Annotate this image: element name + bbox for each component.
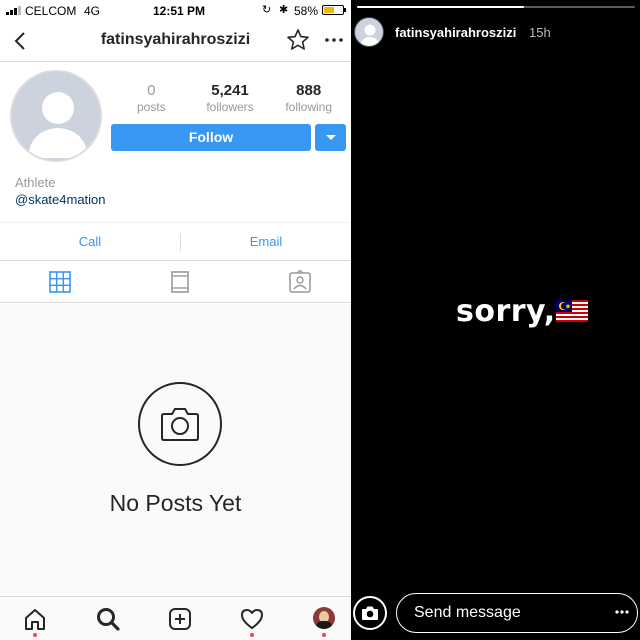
more-icon[interactable] [615,602,629,622]
rotation-lock-icon: ↻ [262,4,272,16]
stat-label: followers [206,100,254,114]
profile-view-tabs [0,261,351,303]
profile-avatar[interactable] [313,607,335,629]
send-message-placeholder: Send message [414,604,521,621]
notification-dot [322,633,326,637]
followers-count[interactable]: 5,241 followers [191,82,270,118]
notification-dot [250,633,254,637]
stat-value: 888 [296,82,322,99]
add-icon[interactable] [167,606,193,632]
stat-value: 5,241 [211,82,249,99]
stat-value: 0 [147,82,156,99]
profile-category: Athlete [15,175,56,190]
status-bar: CELCOM 4G 12:51 PM ↻ ✱ 58% [0,0,351,22]
feed-icon[interactable] [168,270,192,294]
camera-icon [138,382,222,466]
stat-label: following [285,100,333,114]
profile-screen: CELCOM 4G 12:51 PM ↻ ✱ 58% fatinsyahirah… [0,0,351,640]
profile-avatar [10,70,102,162]
home-icon[interactable] [22,606,48,632]
search-icon[interactable] [95,606,121,632]
email-button[interactable]: Email [181,234,351,249]
story-progress-fill [357,6,524,8]
more-icon[interactable] [322,28,346,52]
network-type: 4G [84,4,101,18]
carrier-name: CELCOM [25,4,77,18]
bluetooth-icon: ✱ [279,4,289,16]
story-camera-button[interactable] [353,596,387,630]
grid-icon[interactable] [48,270,72,294]
following-count[interactable]: 888 following [269,82,348,118]
battery-icon [322,5,346,15]
call-button[interactable]: Call [0,234,180,249]
suggested-dropdown-button[interactable] [315,124,346,151]
notification-dot [33,633,37,637]
profile-stats: 0 posts 5,241 followers 888 following [112,82,348,118]
status-time: 12:51 PM [153,4,206,18]
story-viewer[interactable]: fatinsyahirahroszizi 15h sorry, Send mes… [351,0,640,640]
stat-label: posts [136,100,166,114]
signal-icon [6,6,21,15]
follow-button[interactable]: Follow [111,124,311,151]
contact-bar: Call Email [0,222,351,261]
profile-header: fatinsyahirahroszizi [0,22,351,62]
story-timestamp: 15h [529,25,551,40]
send-message-input[interactable]: Send message [396,593,638,633]
empty-state-text: No Posts Yet [109,490,242,516]
posts-count[interactable]: 0 posts [112,82,191,118]
story-progress-bar [357,6,635,8]
heart-icon[interactable] [239,606,265,632]
bio-mention-link[interactable]: @skate4mation [15,192,106,207]
tagged-icon[interactable] [288,270,312,294]
story-username[interactable]: fatinsyahirahroszizi [395,25,516,40]
malaysia-flag-icon [556,300,588,322]
story-avatar[interactable] [354,17,384,47]
battery-percent: 58% [294,4,319,18]
bottom-tab-bar [0,596,351,640]
star-icon[interactable] [286,28,310,52]
story-caption: sorry, [456,294,556,329]
